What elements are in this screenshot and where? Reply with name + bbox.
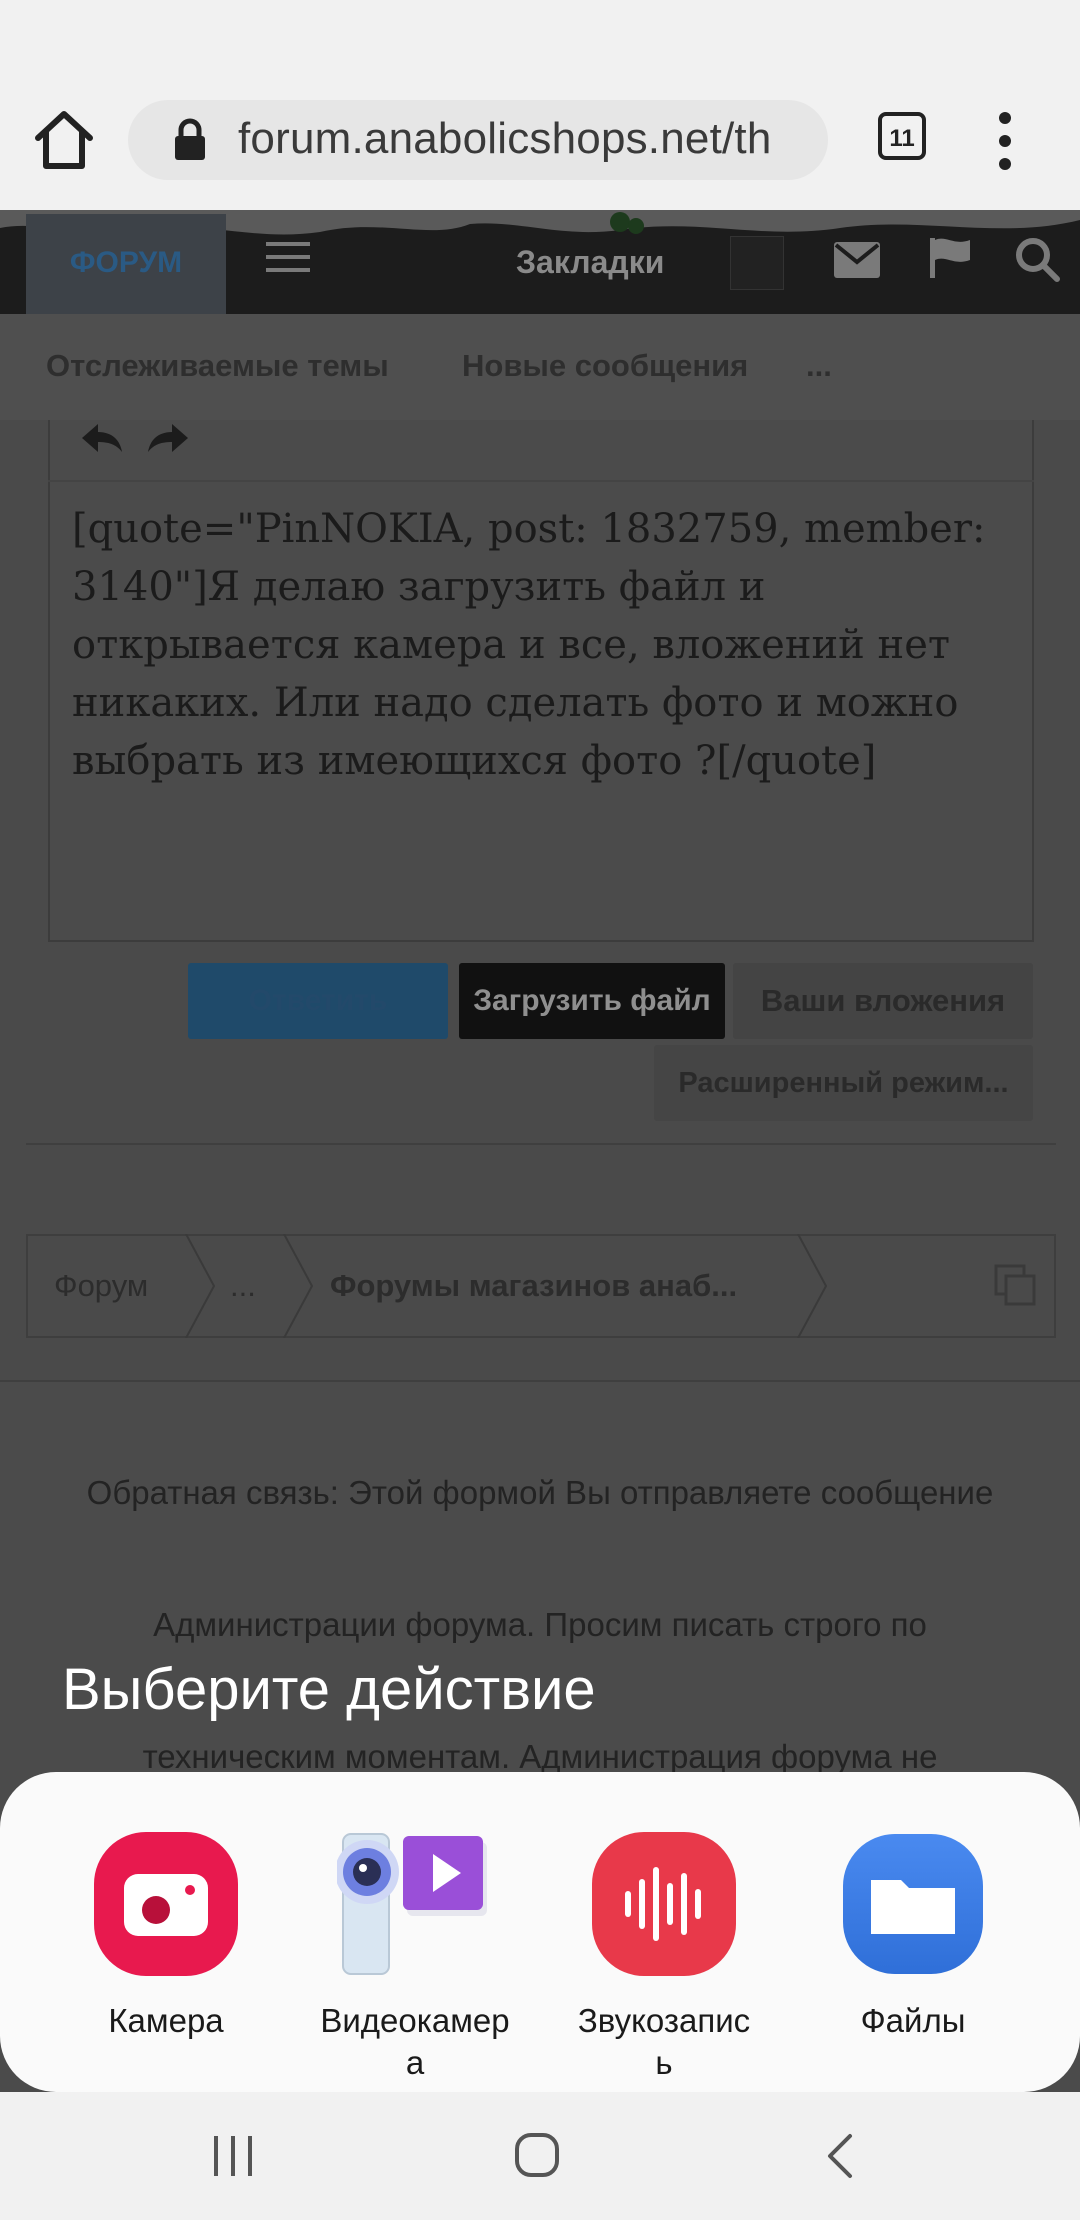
feedback-text: техническим моментам. Администрация фору… [142,1738,938,1775]
copy-icon[interactable] [994,1264,1038,1308]
app-label-line: Звукозапис [577,2002,751,2039]
hamburger-menu-icon[interactable] [266,242,310,272]
breadcrumb-ellipsis[interactable]: ... [230,1268,256,1304]
recent-apps-icon[interactable] [210,2134,256,2178]
message-editor[interactable]: [quote="PinNOKIA, post: 1832759, member:… [72,500,1002,790]
sub-navigation: Отслеживаемые темы Новые сообщения ... [0,314,1080,420]
app-label: Файлы [788,2000,1038,2042]
app-label: Камера [41,2000,291,2042]
tab-forum-label: ФОРУМ [69,246,183,279]
subnav-new-posts[interactable]: Новые сообщения [462,348,748,384]
tab-forum[interactable]: ФОРУМ [26,214,226,314]
subnav-more[interactable]: ... [806,348,832,384]
app-label-line: а [405,2044,425,2081]
browser-toolbar: forum.anabolicshops.net/th 11 [0,0,1080,210]
breadcrumb: Форум ... Форумы магазинов анаб... [26,1234,1056,1338]
redo-icon[interactable] [146,418,192,458]
app-label: Видеокамер а [290,2000,540,2084]
subnav-watched-threads[interactable]: Отслеживаемые темы [46,348,389,384]
editor-line: [quote="PinNOKIA, post: 1832759, member: [72,506,986,552]
voice-recorder-icon [592,1832,736,1976]
address-bar[interactable]: forum.anabolicshops.net/th [128,100,828,180]
lock-icon [175,118,205,160]
divider [26,1143,1056,1145]
home-icon[interactable] [30,106,98,174]
advanced-mode-button[interactable]: Расширенный режим... [654,1045,1033,1121]
app-label-line: Файлы [860,2002,966,2039]
reply-button[interactable]: Ответить [188,963,448,1039]
back-icon[interactable] [822,2132,858,2180]
more-vert-icon[interactable] [990,106,1020,176]
mail-icon[interactable] [834,242,880,278]
editor-line: открывается камера и все, вложений нет [72,622,951,668]
video-camera-icon [337,1833,487,1975]
breadcrumb-separator-icon [185,1234,216,1338]
app-label-line: Видеокамер [320,2002,510,2039]
app-label: Звукозапис ь [539,2000,789,2084]
breadcrumb-separator-icon [283,1234,314,1338]
avatar[interactable] [730,236,784,290]
url-text: forum.anabolicshops.net/th [238,114,772,163]
editor-line: никаких. Или надо сделать фото и можно [72,680,959,726]
your-attachments-button[interactable]: Ваши вложения [733,963,1033,1039]
feedback-text: Обратная связь: Этой формой Вы отправляе… [86,1474,994,1511]
editor-line: выбрать из имеющихся фото ?[/quote] [72,738,877,784]
system-nav-bar [0,2092,1080,2220]
editor-toolbar-divider [48,480,1034,482]
tab-switcher-button[interactable]: 11 [878,112,926,160]
breadcrumb-current[interactable]: Форумы магазинов анаб... [330,1268,737,1304]
undo-icon[interactable] [78,418,124,458]
bookmarks-link[interactable]: Закладки [516,244,664,281]
app-label-line: ь [655,2044,673,2081]
feedback-text: Администрации форума. Просим писать стро… [153,1606,927,1643]
camera-icon [94,1832,238,1976]
app-label-line: Камера [108,2002,224,2039]
breadcrumb-forum[interactable]: Форум [54,1268,148,1304]
home-button-icon[interactable] [514,2132,560,2178]
chooser-title: Выберите действие [62,1657,596,1722]
search-icon[interactable] [1014,236,1060,282]
folder-icon [843,1834,983,1974]
upload-file-button[interactable]: Загрузить файл [459,963,725,1039]
divider [0,1380,1080,1382]
editor-line: 3140"]Я делаю загрузить файл и [72,564,766,610]
flag-icon[interactable] [928,236,972,280]
breadcrumb-separator-icon [797,1234,828,1338]
